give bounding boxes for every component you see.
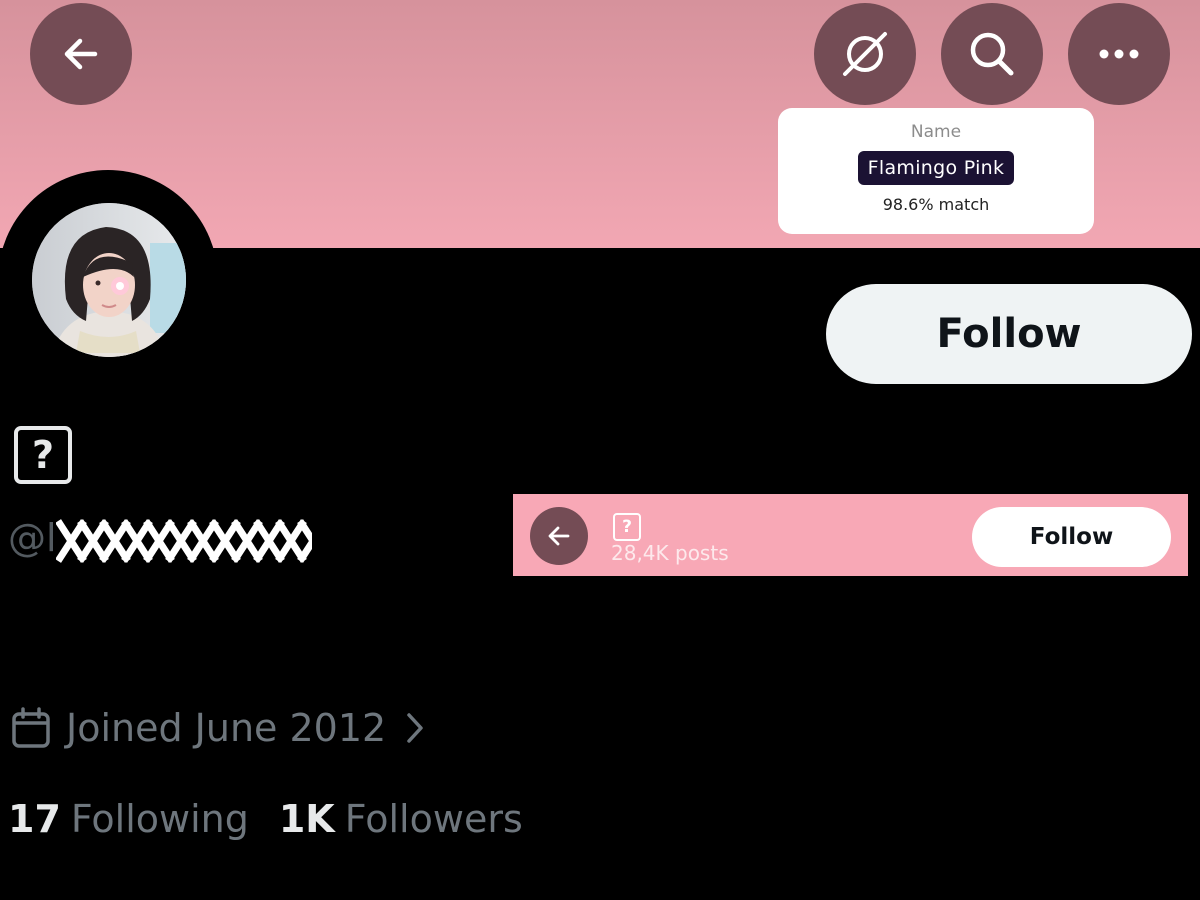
- profile-handle: @l: [8, 516, 57, 560]
- followers-link[interactable]: 1K Followers: [279, 797, 523, 841]
- followers-label: Followers: [344, 797, 523, 841]
- sticky-profile-header: ? 28,4K posts Follow: [513, 494, 1188, 576]
- handle-redaction: [56, 519, 312, 563]
- avatar-photo: [32, 203, 186, 357]
- joined-text: Joined June 2012: [66, 706, 387, 750]
- sticky-back-button[interactable]: [530, 507, 588, 565]
- popup-match: 98.6% match: [882, 195, 990, 214]
- following-count: 17: [8, 797, 61, 841]
- slashed-circle-icon: [843, 32, 887, 76]
- following-link[interactable]: 17 Following: [8, 797, 249, 841]
- popup-label: Name: [910, 122, 962, 142]
- avatar[interactable]: [32, 203, 186, 357]
- search-button[interactable]: [941, 3, 1043, 105]
- sticky-follow-button[interactable]: Follow: [972, 507, 1171, 567]
- sticky-post-count: 28,4K posts: [611, 541, 729, 565]
- back-button[interactable]: [30, 3, 132, 105]
- popup-color-name: Flamingo Pink: [857, 151, 1015, 185]
- color-name-popup: Name Flamingo Pink 98.6% match: [778, 108, 1094, 234]
- display-name-missing-glyph: ?: [14, 426, 72, 484]
- follow-button[interactable]: Follow: [826, 284, 1192, 384]
- following-label: Following: [70, 797, 249, 841]
- followers-count: 1K: [278, 797, 335, 841]
- chevron-right-icon: [404, 711, 426, 745]
- sticky-name-missing-glyph: ?: [613, 513, 641, 541]
- handle-prefix: @l: [8, 516, 57, 560]
- joined-date-row[interactable]: Joined June 2012: [10, 706, 426, 750]
- calendar-icon: [12, 707, 50, 748]
- follow-stats: 17 Following 1K Followers: [8, 797, 523, 841]
- arrow-left-icon: [548, 526, 570, 546]
- more-button[interactable]: [1068, 3, 1170, 105]
- more-horizontal-icon: [1099, 49, 1139, 59]
- arrow-left-icon: [64, 38, 98, 70]
- search-icon: [970, 32, 1014, 76]
- grok-button[interactable]: [814, 3, 916, 105]
